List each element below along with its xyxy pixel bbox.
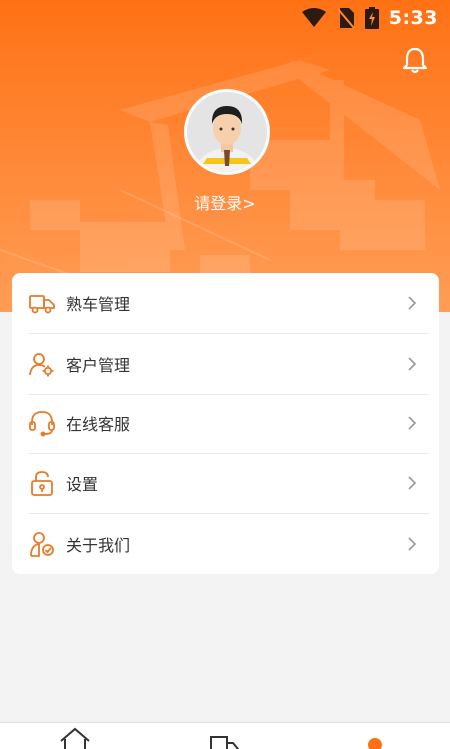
profile-icon — [368, 738, 382, 749]
headset-icon — [29, 411, 55, 437]
menu-item-about-us[interactable]: 关于我们 — [12, 514, 439, 574]
status-bar: 5:33 — [0, 0, 450, 36]
chevron-right-icon — [408, 357, 417, 371]
chevron-right-icon — [408, 416, 417, 430]
login-link[interactable]: 请登录> — [0, 190, 450, 214]
menu-item-label: 客户管理 — [66, 356, 131, 375]
bottom-tab-bar — [0, 722, 450, 749]
menu-item-customer-management[interactable]: 客户管理 — [12, 334, 439, 394]
truck-icon — [210, 736, 239, 749]
chevron-right-icon — [408, 296, 417, 310]
menu-item-settings[interactable]: 设置 — [12, 453, 439, 513]
user-check-icon — [30, 532, 54, 557]
avatar[interactable] — [184, 89, 270, 175]
chevron-right-icon — [408, 476, 417, 490]
menu-item-label: 设置 — [66, 475, 99, 494]
menu-item-label: 在线客服 — [66, 415, 131, 434]
home-icon — [60, 727, 90, 749]
menu-item-label: 关于我们 — [66, 536, 131, 555]
no-sim-icon — [336, 8, 355, 29]
menu-item-label: 熟车管理 — [66, 295, 131, 314]
battery-icon — [364, 7, 379, 29]
status-time: 5:33 — [388, 7, 438, 29]
truck-icon — [29, 295, 55, 314]
wifi-icon — [301, 8, 326, 27]
chevron-right-icon — [408, 537, 417, 551]
lock-icon — [31, 471, 53, 496]
menu-card: 熟车管理 客户管理 在线客服 设置 关于我们 — [12, 273, 439, 574]
tab-home[interactable] — [0, 723, 150, 749]
avatar-image — [187, 92, 267, 172]
menu-item-online-service[interactable]: 在线客服 — [12, 393, 439, 453]
bell-icon[interactable] — [402, 46, 428, 74]
menu-item-vehicle-management[interactable]: 熟车管理 — [12, 273, 439, 333]
user-settings-icon — [29, 353, 54, 377]
tab-vehicles[interactable] — [150, 723, 300, 749]
tab-profile[interactable] — [300, 723, 450, 749]
profile-header: 5:33 请登录> — [0, 0, 450, 312]
